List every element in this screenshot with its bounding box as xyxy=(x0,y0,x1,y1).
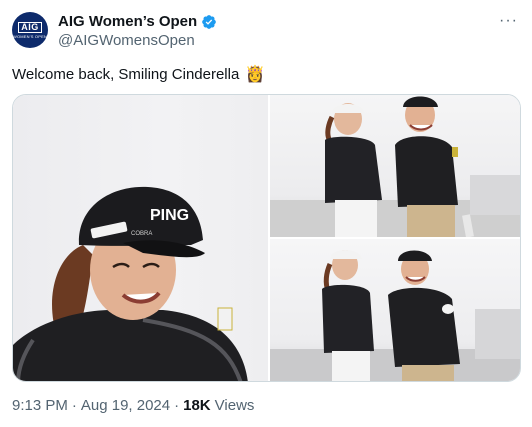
photo-golfers-walking-image xyxy=(270,250,520,381)
svg-text:PING: PING xyxy=(150,207,189,224)
display-name[interactable]: AIG Women’s Open xyxy=(58,13,197,30)
more-options-icon[interactable]: ··· xyxy=(499,12,518,30)
avatar-logo-subtext: WOMEN'S OPEN xyxy=(12,33,48,39)
photo-golfer-closeup[interactable]: PING COBRA xyxy=(13,95,268,381)
views-count: 18K xyxy=(183,397,211,414)
tweet-date[interactable]: Aug 19, 2024 xyxy=(81,397,170,414)
photo-two-golfers-laughing[interactable] xyxy=(270,95,520,237)
account-name-row: AIG Women’s Open xyxy=(58,13,217,30)
meta-separator: · xyxy=(174,397,180,414)
views-label: Views xyxy=(214,397,255,414)
media-grid: PING COBRA xyxy=(12,94,521,382)
tweet-time[interactable]: 9:13 PM xyxy=(12,397,68,414)
tweet-text-body: Welcome back, Smiling Cinderella xyxy=(12,65,240,83)
verified-badge-icon xyxy=(202,14,217,29)
avatar-logo-text: AIG xyxy=(18,21,42,33)
avatar[interactable]: AIG WOMEN'S OPEN xyxy=(12,12,48,48)
tweet-text: Welcome back, Smiling Cinderella 👸 xyxy=(12,64,265,84)
tweet-meta: 9:13 PM · Aug 19, 2024 · 18K Views xyxy=(12,397,254,414)
photo-golfers-walking[interactable] xyxy=(270,239,520,381)
photo-two-golfers-laughing-image xyxy=(270,96,520,237)
princess-emoji-icon: 👸 xyxy=(245,66,266,83)
svg-text:COBRA: COBRA xyxy=(131,231,152,237)
photo-golfer-closeup-image: PING COBRA xyxy=(13,186,248,381)
account-handle[interactable]: @AIGWomensOpen xyxy=(58,32,195,49)
meta-separator: · xyxy=(71,397,77,414)
